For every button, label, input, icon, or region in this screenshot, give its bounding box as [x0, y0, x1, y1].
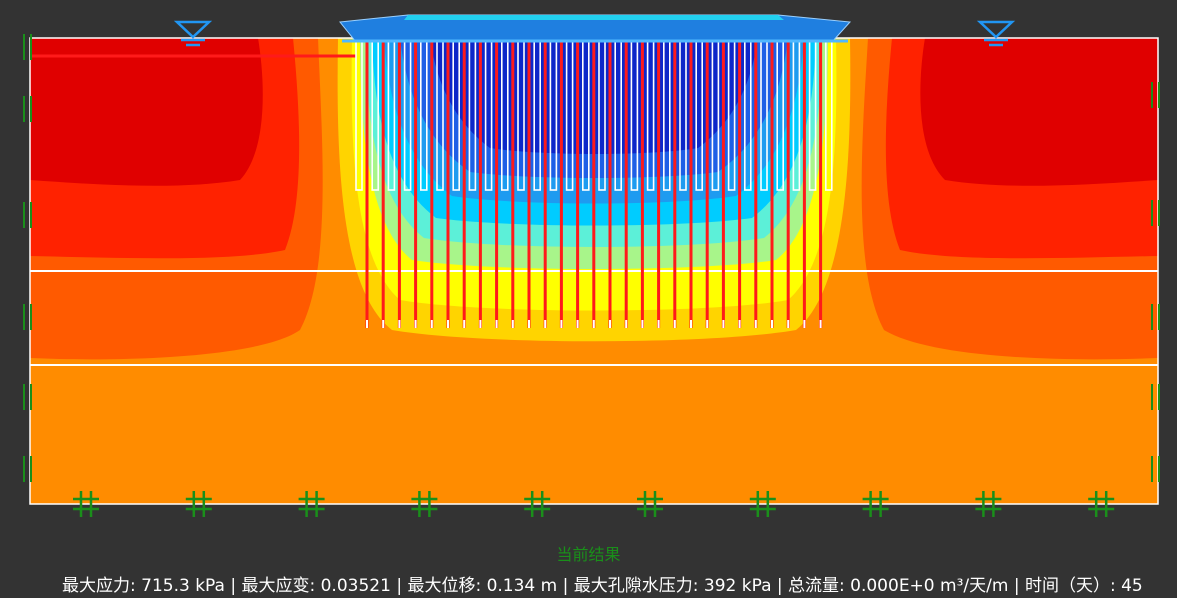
results-summary: 最大应力: 715.3 kPa | 最大应变: 0.03521 | 最大位移: …: [62, 576, 1143, 596]
contour-bottom-layer: [30, 365, 1158, 504]
embankment: [339, 14, 852, 43]
fem-viewport[interactable]: [0, 0, 1177, 598]
contour-left-inner: [30, 38, 263, 186]
status-title: 当前结果: [556, 545, 621, 564]
contour-right-inner: [920, 38, 1158, 186]
embankment-crest: [404, 15, 784, 20]
